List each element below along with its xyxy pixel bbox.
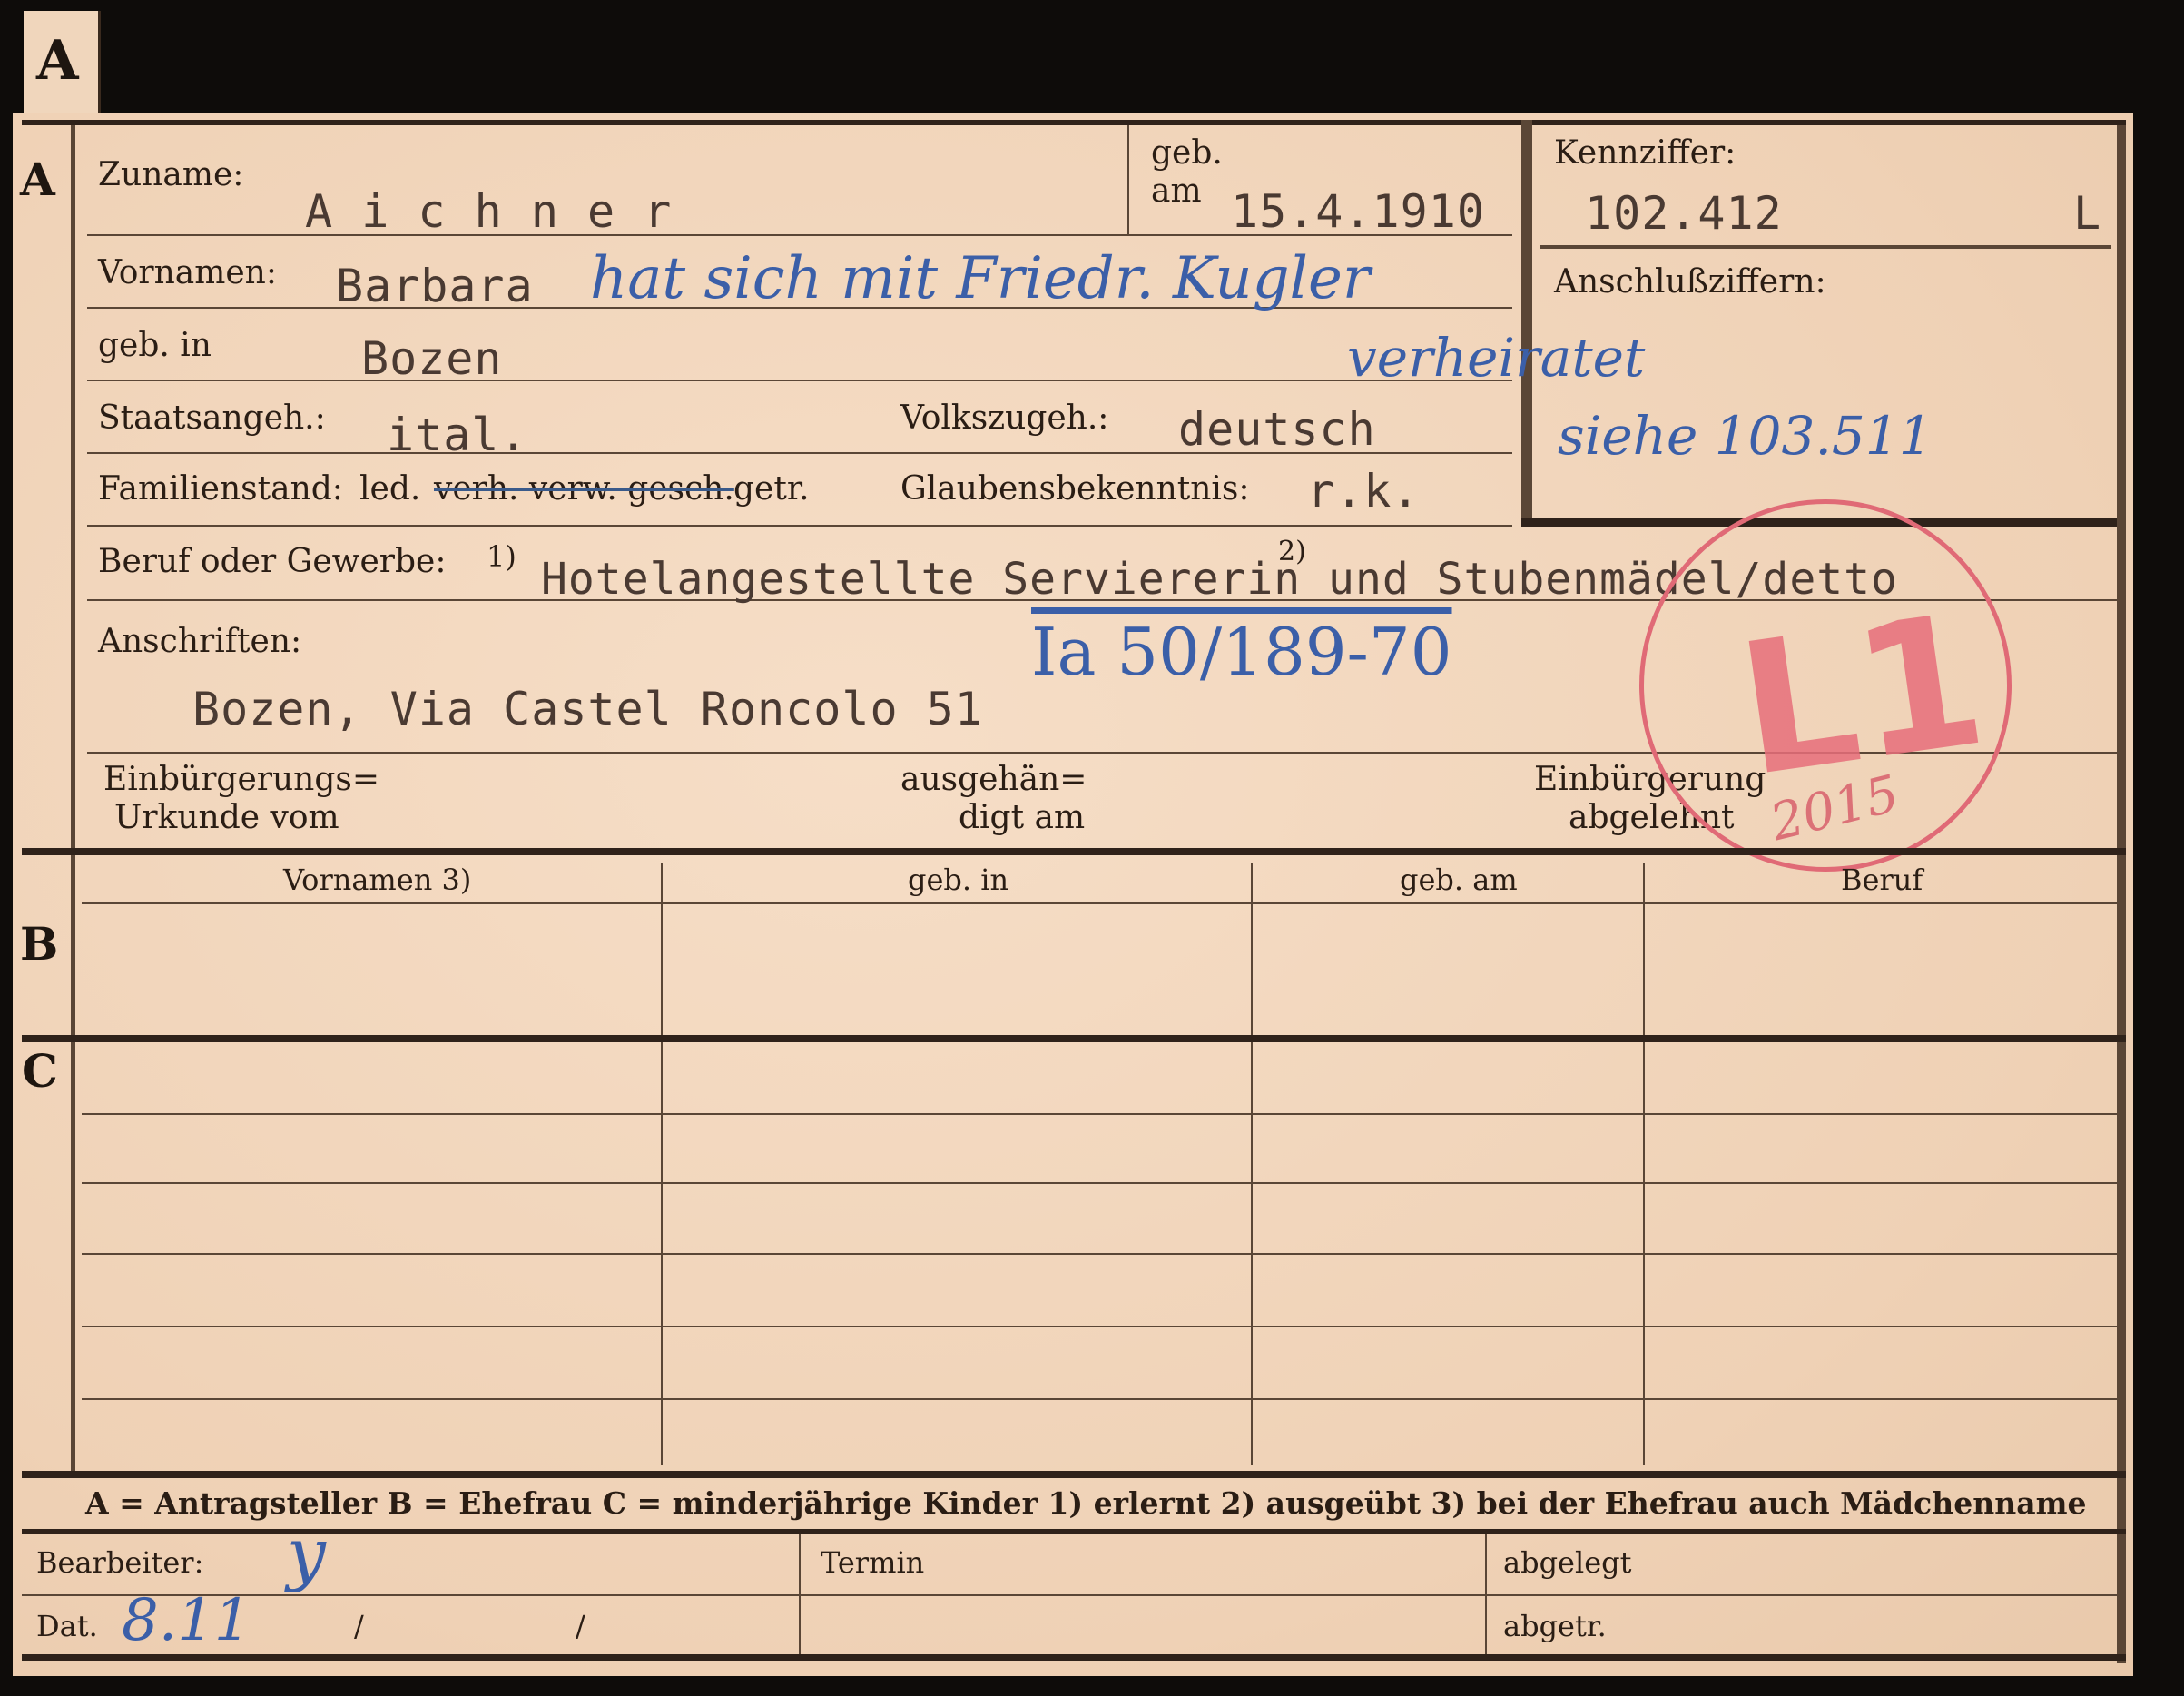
- label-zuname: Zuname:: [98, 156, 244, 193]
- table-header-rule: [82, 902, 2117, 904]
- child-row-rule-4: [82, 1326, 2117, 1327]
- label-am: am: [1151, 173, 1202, 210]
- familienstand-struck: verh. verw. gesch.: [434, 470, 734, 508]
- top-rule: [22, 120, 2126, 125]
- handwritten-verheiratet: verheiratet: [1347, 327, 1646, 389]
- child-row-rule-1: [82, 1113, 2117, 1115]
- beruf-footnote-1: 1): [487, 539, 516, 574]
- label-ausgehaen: ausgehän=: [900, 761, 1087, 798]
- section-c-top-rule: [22, 1035, 2126, 1042]
- section-b-top-rule: [22, 848, 2126, 855]
- familienstand-led: led.: [359, 470, 421, 508]
- familienstand-getr: getr.: [733, 470, 810, 508]
- section-a-letter: A: [20, 153, 55, 206]
- label-einbuergerungs: Einbürgerungs=: [103, 761, 380, 798]
- value-vornamen: Barbara: [336, 260, 534, 312]
- section-c-letter: C: [22, 1044, 58, 1098]
- child-row-rule-5: [82, 1398, 2117, 1400]
- handwritten-aktenzeichen: Ia 50/189-70: [1031, 614, 1452, 690]
- value-anschrift: Bozen, Via Castel Roncolo 51: [192, 683, 983, 735]
- rule-familienstand: [87, 525, 1512, 527]
- label-glaubensbekenntnis: Glaubensbekenntnis:: [900, 470, 1250, 508]
- value-geb-am: 15.4.1910: [1231, 185, 1485, 238]
- col-divider-3: [1643, 863, 1645, 1465]
- value-kennziffer: 102.412: [1585, 187, 1783, 240]
- card-tab: A: [24, 11, 101, 113]
- label-geb: geb.: [1151, 134, 1223, 172]
- label-geb-in: geb. in: [98, 327, 212, 364]
- table-header-geb-am: geb. am: [1400, 863, 1518, 897]
- label-anschriften: Anschriften:: [98, 623, 302, 660]
- value-zuname: A i c h n e r: [305, 185, 673, 238]
- label-anschlussziffern: Anschlußziffern:: [1554, 263, 1826, 301]
- legend-top-rule: [22, 1471, 2126, 1478]
- rule-geb-in: [87, 380, 1512, 381]
- label-kennziffer: Kennziffer:: [1554, 134, 1736, 172]
- date-separator-2: /: [576, 1609, 585, 1643]
- legend-text: A = Antragsteller B = Ehefrau C = minder…: [85, 1485, 2087, 1521]
- footer-mid-rule: [22, 1594, 2126, 1596]
- label-urkunde-vom: Urkunde vom: [114, 799, 339, 836]
- label-vornamen: Vornamen:: [98, 254, 277, 291]
- value-volkszugeh: deutsch: [1178, 403, 1376, 456]
- value-glaubensbekenntnis: r.k.: [1307, 465, 1421, 518]
- tab-letter: A: [36, 29, 79, 93]
- value-kennziffer-suffix: L: [2073, 187, 2102, 240]
- label-dat: Dat.: [36, 1609, 98, 1643]
- left-margin-rule: [71, 120, 75, 1473]
- handwritten-datum: 8.11: [122, 1587, 251, 1654]
- kennziffer-box-left: [1521, 120, 1532, 527]
- legend-bottom-rule: [22, 1529, 2126, 1534]
- label-staatsangeh: Staatsangeh.:: [98, 399, 326, 437]
- child-row-rule-3: [82, 1253, 2117, 1255]
- label-bearbeiter: Bearbeiter:: [36, 1545, 204, 1580]
- handwritten-vornamen-note: hat sich mit Friedr. Kugler: [590, 245, 1371, 312]
- section-b-letter: B: [20, 917, 59, 971]
- label-volkszugeh: Volkszugeh.:: [900, 399, 1109, 437]
- geb-am-divider: [1127, 125, 1129, 236]
- label-digt-am: digt am: [959, 799, 1086, 836]
- label-beruf: Beruf oder Gewerbe:: [98, 543, 447, 580]
- footer-bottom-rule: [22, 1654, 2126, 1661]
- col-divider-2: [1251, 863, 1253, 1465]
- label-abgetr: abgetr.: [1503, 1609, 1607, 1643]
- table-header-beruf: Beruf: [1841, 863, 1923, 897]
- child-row-rule-2: [82, 1182, 2117, 1184]
- label-familienstand: Familienstand:: [98, 470, 343, 508]
- kennziffer-rule: [1540, 245, 2111, 249]
- handwritten-siehe: siehe 103.511: [1558, 405, 1933, 467]
- table-header-vornamen: Vornamen 3): [283, 863, 472, 897]
- date-separator-1: /: [354, 1609, 364, 1643]
- right-border: [2117, 120, 2126, 1663]
- handwritten-bearbeiter-mark: y: [287, 1513, 326, 1593]
- label-abgelegt: abgelegt: [1503, 1545, 1632, 1580]
- table-header-geb-in: geb. in: [908, 863, 1009, 897]
- value-staatsangeh: ital.: [387, 409, 528, 461]
- value-geb-in: Bozen: [361, 332, 503, 385]
- label-termin: Termin: [821, 1545, 925, 1580]
- col-divider-1: [661, 863, 663, 1465]
